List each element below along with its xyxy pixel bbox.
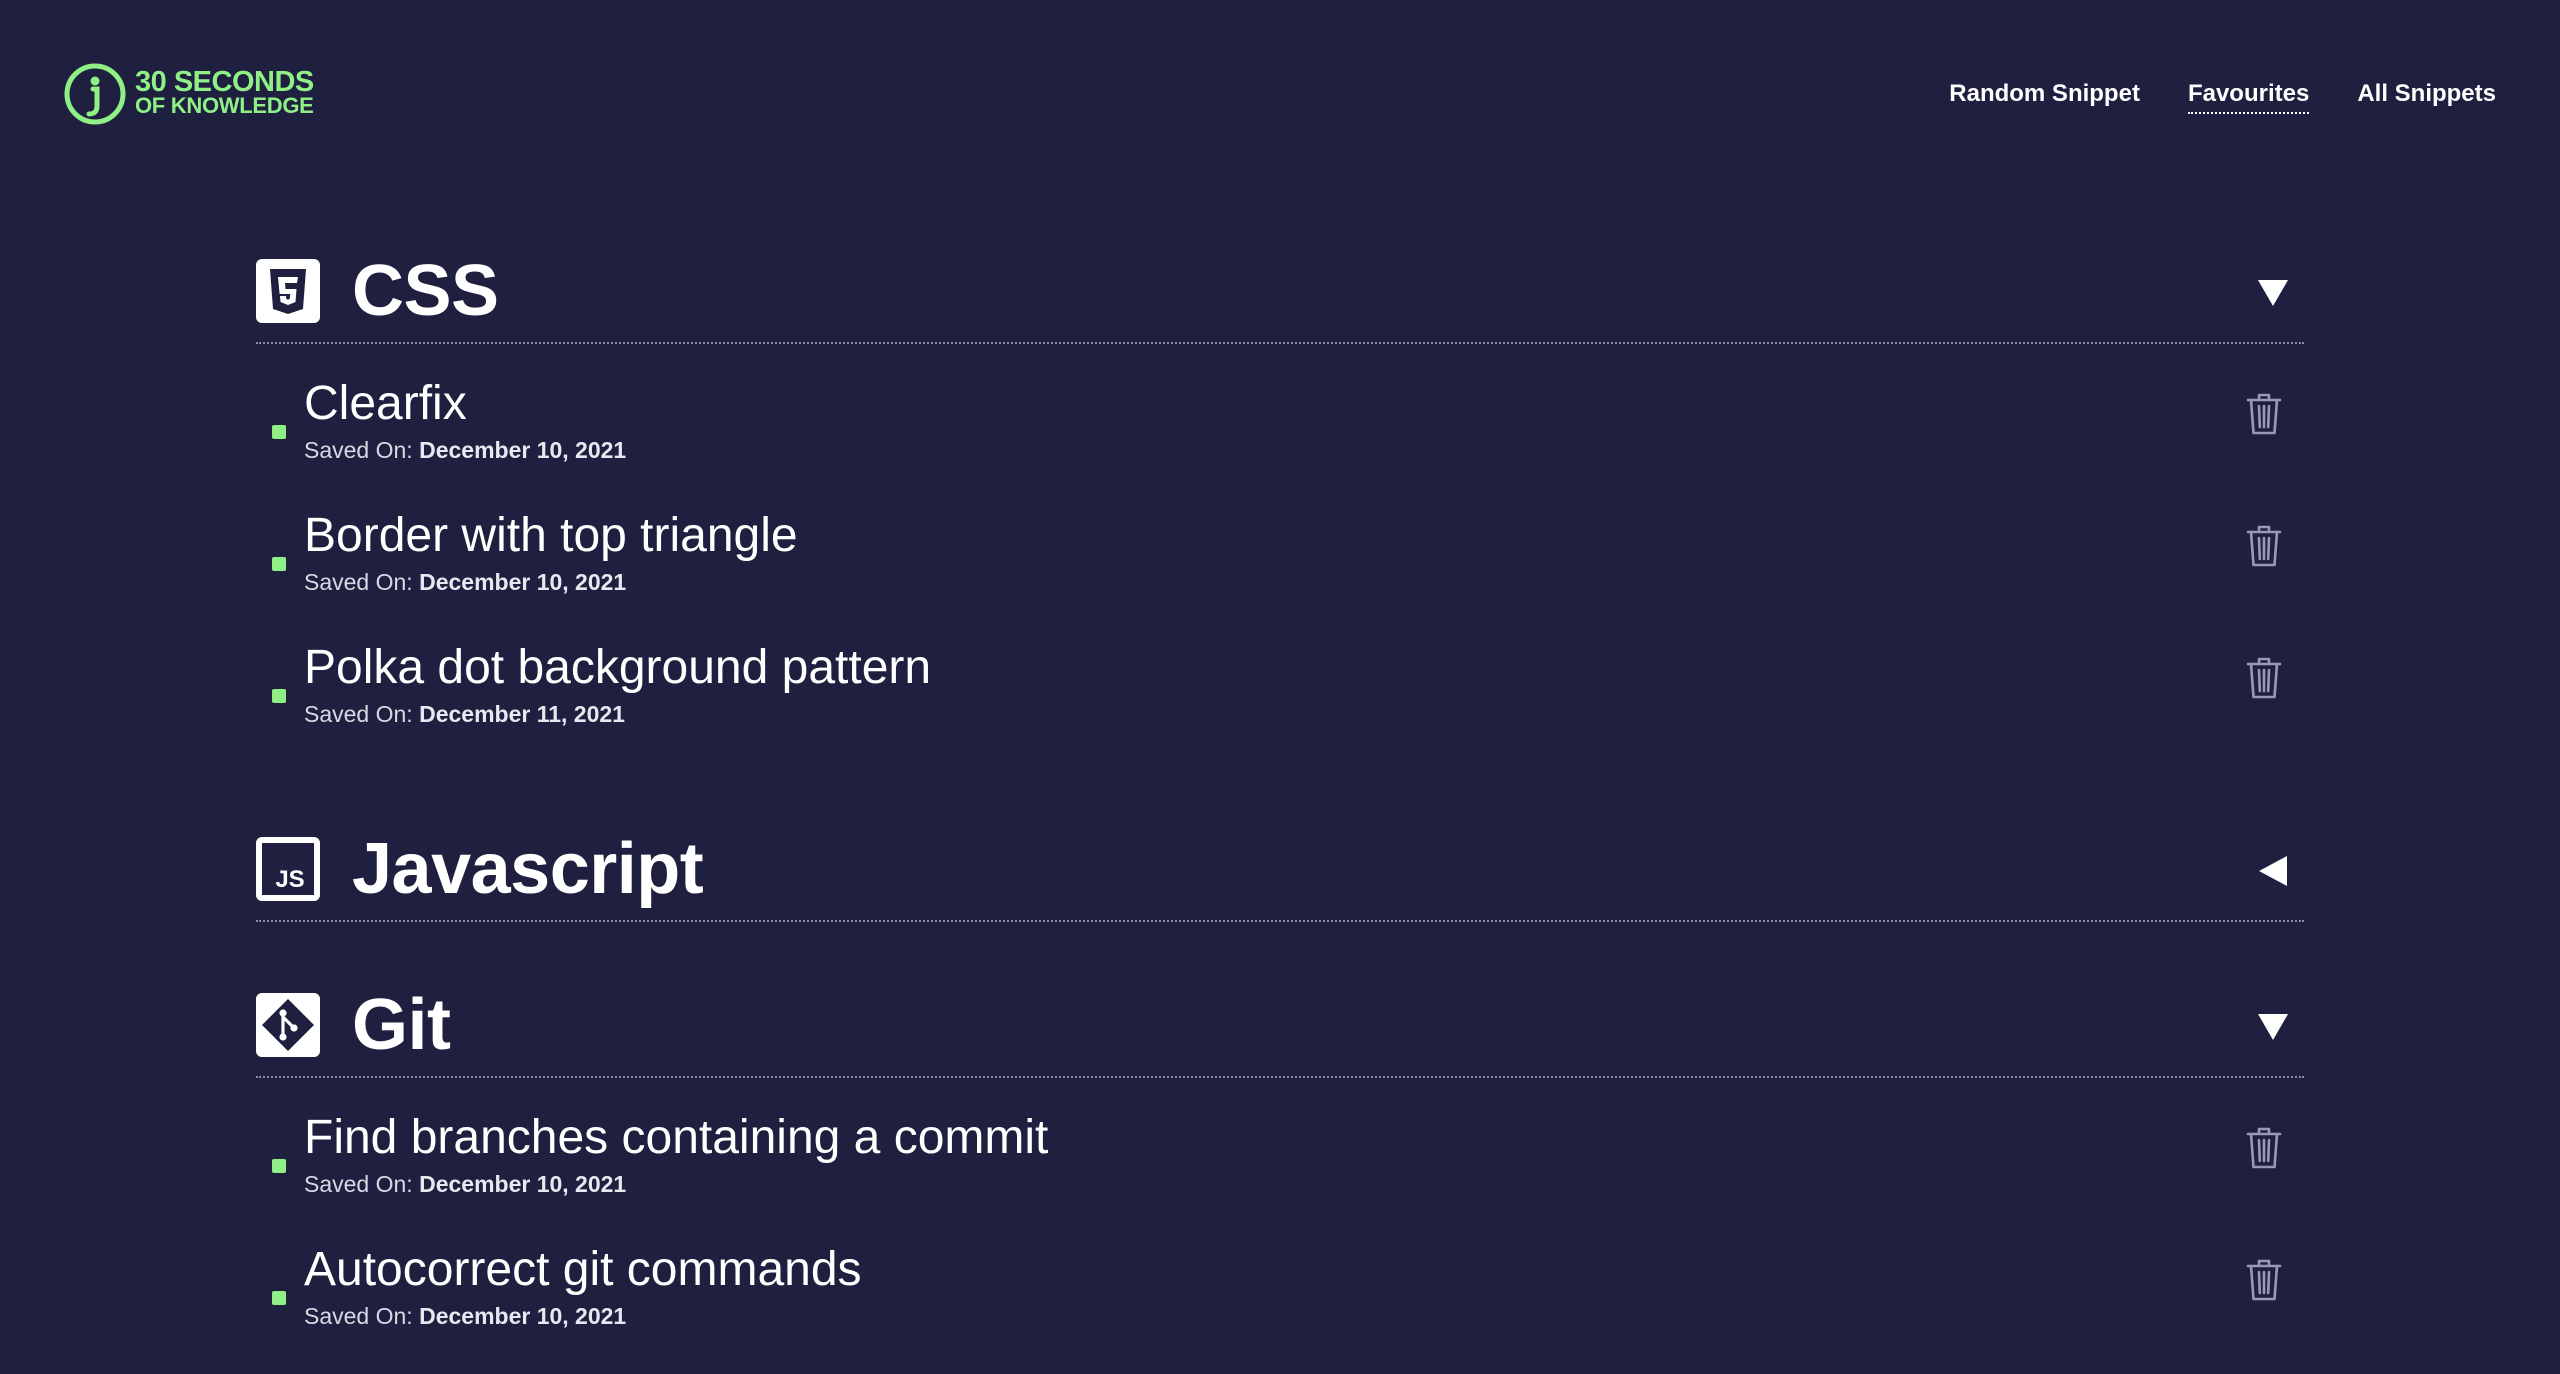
javascript-icon: JS bbox=[256, 837, 320, 901]
logo-icon bbox=[64, 63, 126, 125]
bullet-marker bbox=[272, 557, 286, 571]
bullet-marker bbox=[272, 689, 286, 703]
snippet-list: Clearfix Saved On: December 10, 2021 Bor… bbox=[256, 344, 2304, 772]
triangle-down-icon bbox=[2258, 280, 2288, 306]
svg-text:JS: JS bbox=[275, 866, 304, 893]
section-header[interactable]: CSS bbox=[256, 240, 2304, 344]
saved-date: December 10, 2021 bbox=[419, 1303, 627, 1329]
trash-icon[interactable] bbox=[2244, 1126, 2284, 1170]
saved-on-label: Saved On: bbox=[304, 437, 420, 463]
trash-icon[interactable] bbox=[2244, 392, 2284, 436]
trash-icon[interactable] bbox=[2244, 656, 2284, 700]
bullet-marker bbox=[272, 1291, 286, 1305]
logo-text: 30 SECONDS OF KNOWLEDGE bbox=[135, 66, 314, 118]
saved-on-label: Saved On: bbox=[304, 701, 420, 727]
css3-icon bbox=[256, 259, 320, 323]
section-title: Git bbox=[352, 985, 451, 1065]
snippet-link[interactable]: Autocorrect git commands bbox=[304, 1242, 862, 1298]
saved-on-text: Saved On: December 10, 2021 bbox=[304, 568, 626, 596]
expand-toggle[interactable] bbox=[2258, 856, 2288, 886]
nav-all-snippets[interactable]: All Snippets bbox=[2357, 80, 2496, 114]
favourites-list: CSS Clearfix Saved On: December 10, 2021 bbox=[256, 240, 2304, 1374]
section-git: Git Find branches containing a commit Sa… bbox=[256, 974, 2304, 1374]
list-item: Find branches containing a commit Saved … bbox=[256, 1110, 2304, 1242]
site-header: 30 SECONDS OF KNOWLEDGE Random Snippet F… bbox=[0, 0, 2560, 190]
snippet-link[interactable]: Find branches containing a commit bbox=[304, 1110, 1048, 1166]
saved-date: December 10, 2021 bbox=[419, 569, 627, 595]
bullet-marker bbox=[272, 425, 286, 439]
snippet-link[interactable]: Clearfix bbox=[304, 376, 467, 432]
section-header[interactable]: Git bbox=[256, 974, 2304, 1078]
saved-on-label: Saved On: bbox=[304, 569, 420, 595]
saved-on-text: Saved On: December 11, 2021 bbox=[304, 700, 625, 728]
nav-favourites[interactable]: Favourites bbox=[2187, 80, 2310, 114]
main-nav: Random Snippet Favourites All Snippets bbox=[1949, 80, 2496, 114]
logo-line-1: 30 SECONDS bbox=[135, 66, 314, 98]
saved-on-label: Saved On: bbox=[304, 1171, 420, 1197]
list-item: Autocorrect git commands Saved On: Decem… bbox=[256, 1242, 2304, 1374]
trash-icon[interactable] bbox=[2244, 1258, 2284, 1302]
list-item: Polka dot background pattern Saved On: D… bbox=[256, 640, 2304, 772]
nav-random-snippet[interactable]: Random Snippet bbox=[1949, 80, 2140, 114]
bullet-marker bbox=[272, 1159, 286, 1173]
collapse-toggle[interactable] bbox=[2258, 1012, 2288, 1042]
list-item: Clearfix Saved On: December 10, 2021 bbox=[256, 376, 2304, 508]
triangle-down-icon bbox=[2258, 1014, 2288, 1040]
snippet-link[interactable]: Border with top triangle bbox=[304, 508, 798, 564]
section-javascript: JS Javascript bbox=[256, 818, 2304, 922]
section-title: CSS bbox=[352, 251, 499, 331]
snippet-link[interactable]: Polka dot background pattern bbox=[304, 640, 931, 696]
section-css: CSS Clearfix Saved On: December 10, 2021 bbox=[256, 240, 2304, 772]
saved-on-text: Saved On: December 10, 2021 bbox=[304, 1302, 626, 1330]
saved-date: December 10, 2021 bbox=[419, 437, 627, 463]
collapse-toggle[interactable] bbox=[2258, 278, 2288, 308]
snippet-list: Find branches containing a commit Saved … bbox=[256, 1078, 2304, 1374]
saved-on-text: Saved On: December 10, 2021 bbox=[304, 436, 626, 464]
saved-date: December 11, 2021 bbox=[419, 701, 625, 727]
list-item: Border with top triangle Saved On: Decem… bbox=[256, 508, 2304, 640]
saved-on-label: Saved On: bbox=[304, 1303, 420, 1329]
trash-icon[interactable] bbox=[2244, 524, 2284, 568]
site-logo[interactable]: 30 SECONDS OF KNOWLEDGE bbox=[63, 62, 314, 126]
saved-date: December 10, 2021 bbox=[419, 1171, 627, 1197]
git-icon bbox=[256, 993, 320, 1057]
section-title: Javascript bbox=[352, 829, 704, 909]
section-header[interactable]: JS Javascript bbox=[256, 818, 2304, 922]
saved-on-text: Saved On: December 10, 2021 bbox=[304, 1170, 626, 1198]
triangle-left-icon bbox=[2259, 856, 2287, 886]
logo-line-2: OF KNOWLEDGE bbox=[135, 93, 314, 118]
